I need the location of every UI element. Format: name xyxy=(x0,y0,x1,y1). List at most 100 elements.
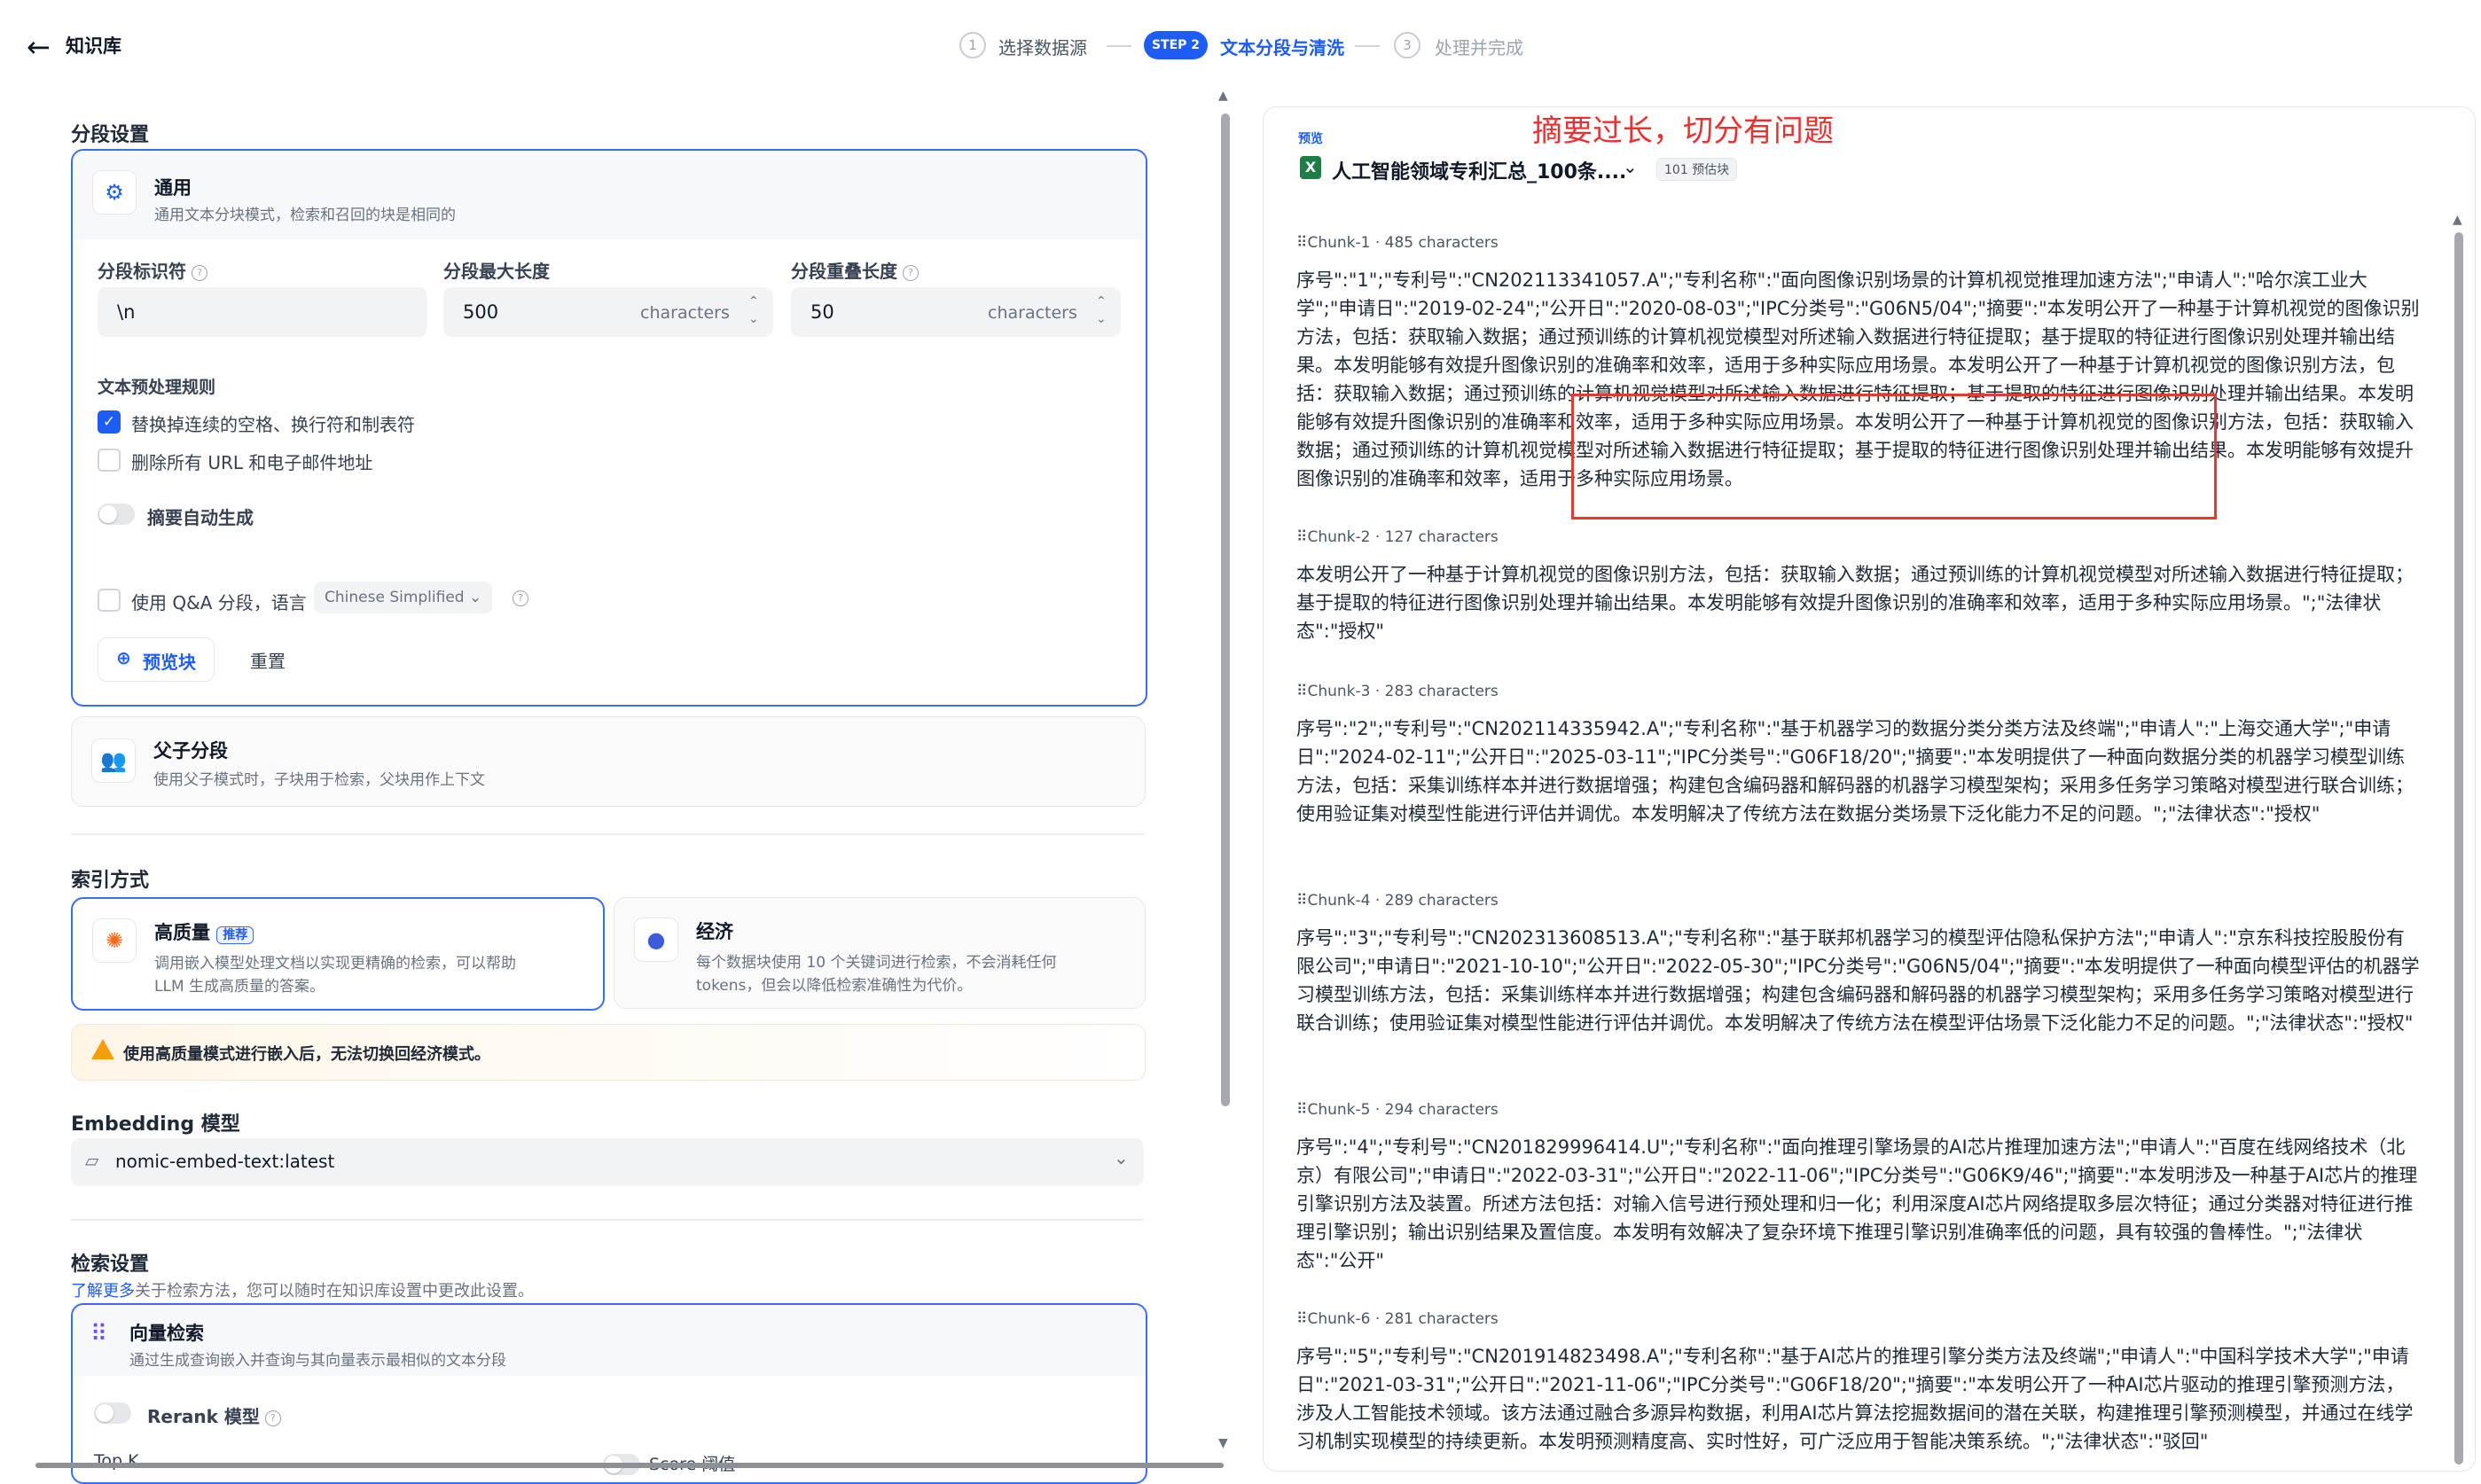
drag-handle-icon: ⠿ xyxy=(1296,1101,1308,1119)
retrieval-desc: 了解更多关于检索方法，您可以随时在知识库设置中更改此设置。 xyxy=(71,1282,534,1300)
arrow-left-icon[interactable]: ← xyxy=(27,30,51,64)
remove-urls-checkbox[interactable] xyxy=(98,449,121,472)
high-quality-option[interactable]: ✺ 高质量 推荐 调用嵌入模型处理文档以实现更精确的检索，可以帮助 LLM 生成… xyxy=(71,897,605,1011)
max-length-unit: characters xyxy=(640,303,730,323)
help-icon[interactable]: ? xyxy=(264,1410,281,1426)
section-divider xyxy=(71,1219,1144,1221)
embedding-model-select[interactable]: ▱ nomic-embed-text:latest ⌄ xyxy=(71,1138,1144,1186)
retrieval-settings-title: 检索设置 xyxy=(71,1254,150,1276)
chunk-header: ⠿Chunk-4 · 289 characters xyxy=(1296,892,1499,910)
help-icon[interactable]: ? xyxy=(903,264,919,281)
users-icon: 👥 xyxy=(91,738,136,783)
overlap-label: 分段重叠长度? xyxy=(791,257,919,283)
scroll-up-icon[interactable]: ▲ xyxy=(2453,213,2462,227)
overlap-input[interactable]: 50 characters ⌃ ⌄ xyxy=(791,287,1121,337)
delimiter-label: 分段标识符? xyxy=(98,257,207,283)
stepper-icon[interactable]: ⌃ ⌄ xyxy=(1096,293,1107,328)
parent-child-desc: 使用父子模式时，子块用于检索，父块用作上下文 xyxy=(153,771,485,789)
drag-handle-icon: ⠿ xyxy=(1296,683,1308,700)
annotation-note: 摘要过长，切分有问题 xyxy=(1532,113,1834,149)
reset-button-label: 重置 xyxy=(250,651,286,672)
sparkle-icon: ✺ xyxy=(92,918,137,963)
excel-file-icon: X xyxy=(1300,156,1321,179)
vector-search-title: 向量检索 xyxy=(129,1323,204,1344)
preview-scrollbar-thumb[interactable] xyxy=(2454,232,2463,1464)
chunk-header: ⠿Chunk-1 · 485 characters xyxy=(1296,234,1499,252)
preview-chunks-button[interactable]: ⊕ 预览块 xyxy=(98,637,215,682)
high-quality-desc-line2: LLM 生成高质量的答案。 xyxy=(154,978,325,996)
delimiter-input[interactable]: \n xyxy=(98,287,427,337)
drag-handle-icon: ⠿ xyxy=(1296,528,1308,546)
general-mode-desc: 通用文本分块模式，检索和召回的块是相同的 xyxy=(154,207,456,224)
step-divider xyxy=(1355,45,1380,47)
economy-option[interactable]: ● 经济 每个数据块使用 10 个关键词进行检索，不会消耗任何 tokens，但… xyxy=(614,897,1146,1009)
high-quality-desc-line1: 调用嵌入模型处理文档以实现更精确的检索，可以帮助 xyxy=(154,955,516,972)
vector-search-desc: 通过生成查询嵌入并查询与其向量表示最相似的文本分段 xyxy=(129,1352,506,1370)
qa-segment-label: 使用 Q&A 分段，语言 xyxy=(131,592,307,613)
estimated-chunks-badge: 101 预估块 xyxy=(1656,158,1738,181)
embedding-model-value: nomic-embed-text:latest xyxy=(115,1151,335,1172)
search-icon: ⊕ xyxy=(116,647,131,668)
drag-handle-icon: ⠿ xyxy=(1296,892,1308,910)
overlap-value: 50 xyxy=(810,301,834,323)
qa-language-value: Chinese Simplified xyxy=(325,589,465,606)
vector-search-card[interactable]: ⠿ 向量检索 通过生成查询嵌入并查询与其向量表示最相似的文本分段 Rerank … xyxy=(71,1303,1147,1484)
step-3-label: 处理并完成 xyxy=(1435,37,1523,59)
learn-more-link[interactable]: 了解更多 xyxy=(71,1282,135,1300)
max-length-input[interactable]: 500 characters ⌃ ⌄ xyxy=(443,287,773,337)
drag-handle-icon: ⠿ xyxy=(1296,1310,1308,1328)
gear-icon: ⚙ xyxy=(92,170,137,215)
help-icon[interactable]: ? xyxy=(192,264,207,281)
knowledge-base-title[interactable]: 知识库 xyxy=(66,32,121,59)
parent-child-title: 父子分段 xyxy=(153,740,228,762)
preview-file-name[interactable]: 人工智能领域专利汇总_100条.... xyxy=(1332,156,1626,184)
left-scrollbar-thumb[interactable] xyxy=(1221,113,1230,1106)
qa-segment-checkbox[interactable] xyxy=(98,589,121,612)
remove-urls-label: 删除所有 URL 和电子邮件地址 xyxy=(131,452,373,473)
step-divider xyxy=(1107,45,1131,47)
general-mode-title: 通用 xyxy=(154,177,192,199)
general-mode-card[interactable]: ⚙ 通用 通用文本分块模式，检索和召回的块是相同的 分段标识符? 分段最大长度 … xyxy=(71,149,1147,707)
recommended-badge: 推荐 xyxy=(216,926,254,944)
step-2-label: 文本分段与清洗 xyxy=(1220,37,1344,59)
economy-title: 经济 xyxy=(696,921,733,942)
overlap-unit: characters xyxy=(988,303,1077,323)
economy-desc-line1: 每个数据块使用 10 个关键词进行检索，不会消耗任何 xyxy=(696,954,1057,972)
scroll-down-icon[interactable]: ▼ xyxy=(1218,1436,1228,1450)
stepper-icon[interactable]: ⌃ ⌄ xyxy=(748,293,759,328)
model-icon: ▱ xyxy=(85,1150,99,1171)
chunk-text: 本发明公开了一种基于计算机视觉的图像识别方法，包括：获取输入数据；通过预训练的计… xyxy=(1296,564,2414,642)
step-1-number: 1 xyxy=(959,32,986,59)
grid-icon: ⠿ xyxy=(90,1321,108,1347)
drag-handle-icon: ⠿ xyxy=(1296,234,1308,252)
embedding-model-title: Embedding 模型 xyxy=(71,1113,240,1136)
chevron-down-icon[interactable]: ⌄ xyxy=(1623,156,1638,177)
index-mode-title: 索引方式 xyxy=(71,870,150,892)
economy-desc-line2: tokens，但会以降低检索准确性为代价。 xyxy=(696,977,973,995)
auto-summary-toggle[interactable] xyxy=(98,504,135,525)
help-icon[interactable]: ? xyxy=(513,590,528,606)
chunk-header: ⠿Chunk-5 · 294 characters xyxy=(1296,1101,1499,1119)
piggy-bank-icon: ● xyxy=(634,918,678,962)
warning-icon xyxy=(91,1039,114,1059)
top-bar: ← 知识库 1 选择数据源 STEP 2 文本分段与清洗 3 处理并完成 xyxy=(0,0,2481,92)
replace-spaces-label: 替换掉连续的空格、换行符和制表符 xyxy=(131,414,415,435)
step-1-label: 选择数据源 xyxy=(998,37,1087,59)
parent-child-mode-card[interactable]: 👥 父子分段 使用父子模式时，子块用于检索，父块用作上下文 xyxy=(71,716,1146,807)
qa-language-select[interactable]: Chinese Simplified ⌄ xyxy=(314,582,493,613)
chunk-text: 序号":"5";"专利号":"CN201914823498.A";"专利名称":… xyxy=(1296,1346,2414,1452)
high-quality-title: 高质量 推荐 xyxy=(154,918,254,945)
highlight-box xyxy=(1571,394,2217,519)
rerank-toggle[interactable] xyxy=(94,1402,131,1424)
scroll-up-icon[interactable]: ▲ xyxy=(1218,89,1228,103)
max-length-value: 500 xyxy=(463,301,499,323)
chunk-header: ⠿Chunk-6 · 281 characters xyxy=(1296,1310,1499,1328)
reset-button[interactable]: 重置 xyxy=(232,637,305,680)
chevron-down-icon: ⌄ xyxy=(1114,1147,1129,1168)
index-warning-banner: 使用高质量模式进行嵌入后，无法切换回经济模式。 xyxy=(71,1024,1146,1081)
replace-spaces-checkbox[interactable]: ✓ xyxy=(98,410,121,433)
step-3-number: 3 xyxy=(1394,32,1421,59)
chunk-header: ⠿Chunk-3 · 283 characters xyxy=(1296,683,1499,700)
horizontal-scrollbar[interactable] xyxy=(35,1463,1224,1468)
general-card-header xyxy=(73,151,1146,239)
